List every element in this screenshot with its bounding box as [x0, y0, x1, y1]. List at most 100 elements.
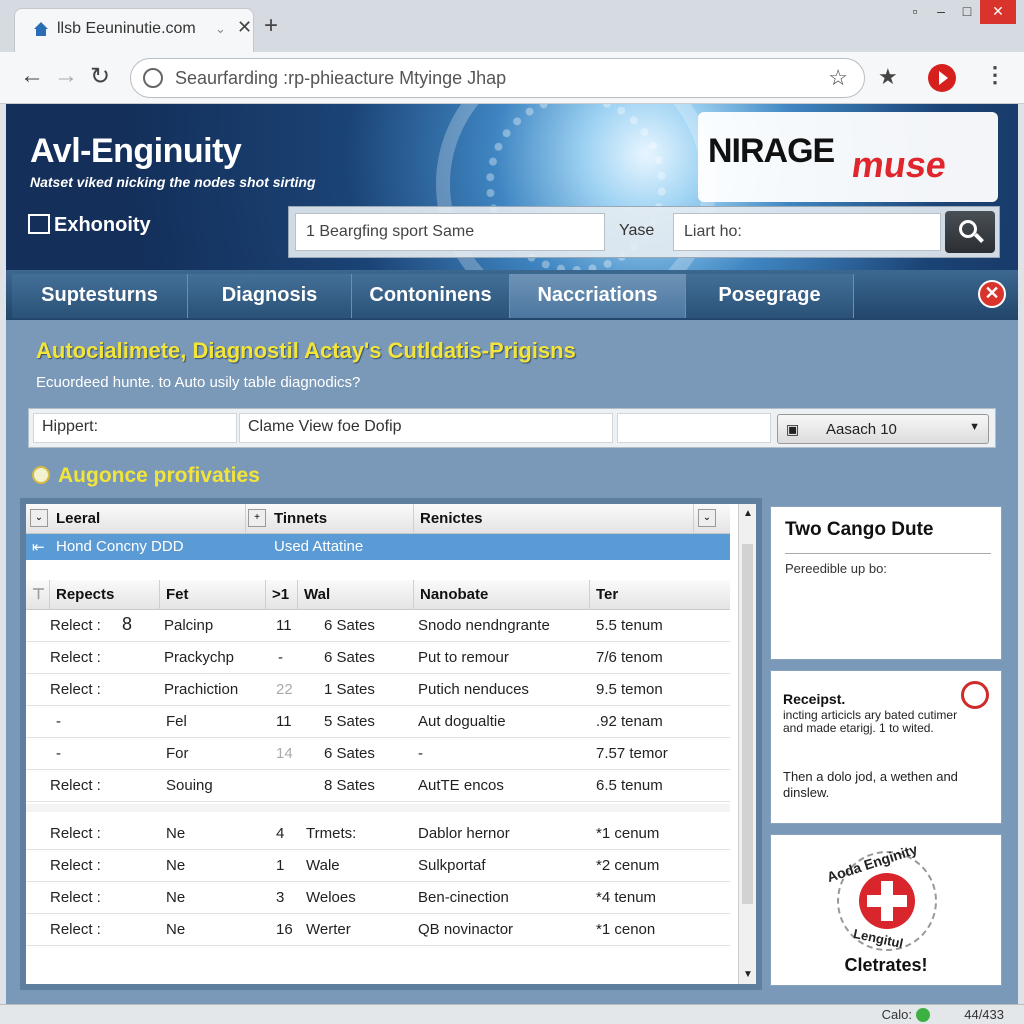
reload-icon[interactable]: ↻: [90, 62, 110, 91]
row-group-divider: [26, 804, 730, 812]
location-input[interactable]: Liart ho:: [673, 213, 941, 251]
window-controls: ▫ – □ ✕: [902, 0, 1016, 26]
nav-tab-suptesturns[interactable]: Suptesturns: [12, 274, 188, 318]
info-card: Two Cango Dute Pereedible up bo:: [770, 506, 1002, 660]
results-table: ⌄ Leeral + Tinnets Renictes ⌄ ⇤ Hond Con…: [20, 498, 762, 990]
card-title: Receipst.: [783, 691, 846, 707]
badge-card[interactable]: Aoda Enginity Lengitul Cletrates!: [770, 834, 1002, 986]
brand-name: Exhonoity: [54, 214, 151, 236]
status-label: Calo:: [881, 1007, 912, 1022]
forward-arrow-icon[interactable]: →: [54, 62, 78, 90]
expand-icon[interactable]: +: [248, 509, 266, 527]
selected-cell: Hond Concny DDD: [56, 538, 184, 555]
brand-icon: [28, 214, 50, 234]
address-bar[interactable]: Seaurfarding :rp-phieacture Mtyinge Jhap…: [130, 58, 865, 98]
search-strip: 1 Beargfing sport Same Yase Liart ho:: [288, 206, 1000, 258]
collapse-icon[interactable]: ⌄: [30, 509, 48, 527]
browser-tab[interactable]: llsb Eeuninutie.com ⌄ ✕: [14, 8, 254, 52]
site-tagline: Natset viked nicking the nodes shot sirt…: [30, 174, 316, 190]
table-row[interactable]: Relect : Souing 8 Sates AutTE encos 6.5 …: [26, 770, 730, 802]
status-bar: Calo: 44/433: [0, 1004, 1024, 1024]
table-row[interactable]: Relect : Ne 3 Weloes Ben-cinection *4 te…: [26, 882, 730, 914]
column-header[interactable]: Fet: [160, 580, 266, 610]
main-content: Autocialimete, Diagnostil Actay's Cutlda…: [6, 320, 1018, 1004]
filter-input[interactable]: Clame View foe Dofip: [239, 413, 613, 443]
table-row[interactable]: Relect : Ne 1 Wale Sulkportaf *2 cenum: [26, 850, 730, 882]
card-text: Then a dolo jod, a wethen and dinslew.: [783, 769, 958, 800]
table-row[interactable]: Relect : 8 Palcinp 11 6 Sates Snodo nend…: [26, 610, 730, 642]
nav-tab-diagnosis[interactable]: Diagnosis: [188, 274, 352, 318]
back-arrow-icon[interactable]: ←: [20, 62, 44, 90]
nav-tab-naccriations[interactable]: Naccriations: [510, 274, 686, 318]
filter-select-value: Aasach 10: [826, 421, 897, 438]
home-icon: [34, 22, 48, 36]
chevron-down-icon[interactable]: ⌄: [698, 509, 716, 527]
table-row[interactable]: Relect : Ne 16 Werter QB novinactor *1 c…: [26, 914, 730, 946]
document-icon: ▣: [786, 421, 800, 437]
chevron-down-icon[interactable]: ⌄: [215, 21, 226, 37]
status-ok-icon: [916, 1008, 930, 1022]
column-header[interactable]: Nanobate: [414, 580, 590, 610]
page-headline: Autocialimete, Diagnostil Actay's Cutlda…: [36, 338, 576, 363]
search-input[interactable]: 1 Beargfing sport Same: [295, 213, 605, 251]
filter-bar: Hippert: Clame View foe Dofip ▣ Aasach 1…: [28, 408, 996, 448]
page-subheadline: Ecuordeed hunte. to Auto usily table dia…: [36, 374, 361, 391]
new-tab-button[interactable]: +: [264, 12, 278, 40]
scroll-thumb[interactable]: [742, 544, 753, 904]
site-info-icon[interactable]: [143, 68, 163, 88]
column-header[interactable]: Ter: [590, 580, 730, 610]
table-row[interactable]: Relect : Prackychp - 6 Sates Put to remo…: [26, 642, 730, 674]
column-header[interactable]: Renictes: [414, 504, 694, 534]
partner-logo[interactable]: NIRAGE muse: [698, 112, 998, 202]
card-text: incting articicls ary bated cutimer and …: [783, 708, 958, 735]
browser-toolbar: ← → ↻ Seaurfarding :rp-phieacture Mtying…: [0, 52, 1024, 104]
column-header[interactable]: Wal: [298, 580, 414, 610]
divider: [785, 553, 991, 554]
table-row[interactable]: - Fel 11 5 Sates Aut dogualtie .92 tenam: [26, 706, 730, 738]
close-window-icon[interactable]: ✕: [980, 0, 1016, 24]
scroll-up-icon[interactable]: ▲: [743, 508, 753, 519]
column-header[interactable]: Tinnets: [268, 504, 414, 534]
logo-primary-text: NIRAGE: [708, 132, 835, 170]
table-row[interactable]: Relect : Ne 4 Trmets: Dablor hernor *1 c…: [26, 818, 730, 850]
browser-tab-bar: llsb Eeuninutie.com ⌄ ✕ + ▫ – □ ✕: [0, 0, 1024, 52]
close-tab-icon[interactable]: ✕: [237, 17, 252, 38]
logo-secondary-text: muse: [849, 144, 949, 185]
medical-cross-icon: [859, 873, 915, 929]
address-text: Seaurfarding :rp-phieacture Mtyinge Jhap: [175, 68, 507, 88]
bookmarks-icon[interactable]: ★: [878, 64, 898, 90]
nav-tab-contoninens[interactable]: Contoninens: [352, 274, 510, 318]
play-extension-icon[interactable]: [928, 64, 956, 92]
page-counter: 44/433: [964, 1007, 1004, 1022]
window-settings-icon[interactable]: ▫: [902, 0, 928, 24]
filter-empty-field[interactable]: [617, 413, 771, 443]
column-header[interactable]: Repects: [50, 580, 160, 610]
bookmark-star-icon[interactable]: ☆: [828, 65, 848, 91]
card-title: Two Cango Dute: [785, 519, 934, 540]
filter-label: Hippert:: [33, 413, 237, 443]
tab-title: llsb Eeuninutie.com: [57, 20, 196, 37]
table-top-header: ⌄ Leeral + Tinnets Renictes ⌄: [26, 504, 730, 534]
card-text: Pereedible up bo:: [785, 561, 887, 576]
column-header[interactable]: >1: [266, 580, 298, 610]
browser-menu-icon[interactable]: ⋮: [984, 62, 1006, 88]
search-button[interactable]: [945, 211, 995, 253]
scroll-down-icon[interactable]: ▼: [743, 969, 753, 980]
table-row[interactable]: Relect : Prachiction 22 1 Sates Putich n…: [26, 674, 730, 706]
no-entry-icon: [961, 681, 989, 709]
table-row[interactable]: - For 14 6 Sates - 7.57 temor: [26, 738, 730, 770]
brand-logo[interactable]: Exhonoity: [28, 214, 151, 237]
close-icon[interactable]: ✕: [978, 280, 1006, 308]
minimize-icon[interactable]: –: [928, 0, 954, 24]
lightbulb-icon: [32, 466, 50, 484]
maximize-icon[interactable]: □: [954, 0, 980, 24]
main-nav: Suptesturns Diagnosis Contoninens Naccri…: [6, 270, 1018, 320]
column-header[interactable]: Leeral: [50, 504, 246, 534]
section-title: Augonce profivaties: [32, 464, 260, 488]
selected-row[interactable]: ⇤ Hond Concny DDD Used Attatine: [26, 534, 730, 560]
filter-select[interactable]: ▣ Aasach 10 ▼: [777, 414, 989, 444]
table-header: ⊤ Repects Fet >1 Wal Nanobate Ter: [26, 580, 730, 610]
section-title-text: Augonce profivaties: [58, 464, 260, 487]
nav-tab-posegrage[interactable]: Posegrage: [686, 274, 854, 318]
table-scrollbar[interactable]: ▲ ▼: [738, 504, 756, 984]
